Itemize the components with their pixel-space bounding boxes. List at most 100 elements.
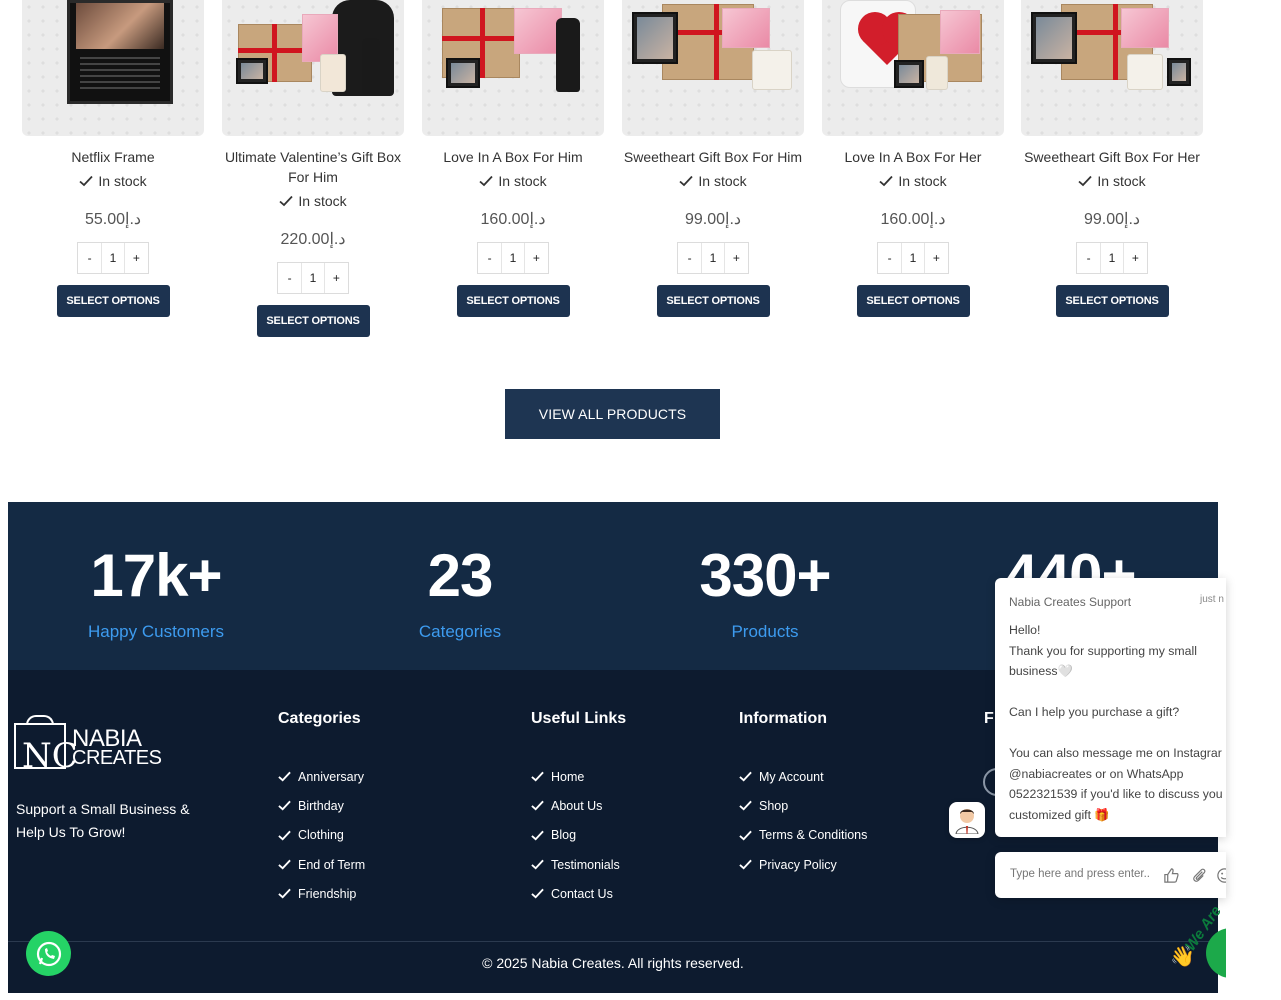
chat-launcher-badge[interactable]: We Are 👋 (1168, 900, 1226, 980)
footer-link[interactable]: Privacy Policy (739, 850, 867, 879)
select-options-button[interactable]: SELECT OPTIONS (56, 285, 170, 317)
footer-link[interactable]: Friendship (278, 879, 365, 908)
product-price: 160.00د.إ (880, 211, 946, 228)
product-image[interactable] (222, 0, 404, 136)
quantity-stepper[interactable]: -1 + (477, 242, 549, 274)
footer-link[interactable]: Testimonials (531, 850, 626, 879)
footer-link[interactable]: Terms & Conditions (739, 821, 867, 850)
quantity-stepper[interactable]: -1 + (877, 242, 949, 274)
product-image[interactable] (622, 0, 804, 136)
view-all-products-button[interactable]: VIEW ALL PRODUCTS (505, 389, 720, 439)
chat-time: just n (1200, 594, 1224, 605)
product-image[interactable] (22, 0, 204, 136)
product-card: Ultimate Valentine’s Gift Box For Him In… (222, 0, 404, 337)
check-icon (739, 859, 752, 870)
emoji-icon[interactable] (1216, 867, 1226, 884)
qty-minus-button[interactable]: - (878, 251, 901, 265)
product-title[interactable]: Netflix Frame (22, 147, 204, 167)
select-options-button[interactable]: SELECT OPTIONS (1055, 285, 1169, 317)
stat-number: 23 (427, 542, 494, 609)
thumbs-up-icon[interactable] (1163, 867, 1180, 884)
select-options-button[interactable]: SELECT OPTIONS (656, 285, 770, 317)
check-icon (278, 859, 291, 870)
product-image[interactable] (422, 0, 604, 136)
qty-plus-button[interactable]: + (1124, 251, 1147, 265)
footer-link[interactable]: Blog (531, 821, 626, 850)
qty-input[interactable]: 1 (901, 243, 925, 273)
footer-link[interactable]: Shop (739, 791, 867, 820)
footer-logo[interactable]: NC NABIA CREATES (14, 715, 162, 775)
footer-heading: Categories (278, 710, 361, 727)
footer-link[interactable]: Anniversary (278, 762, 365, 791)
footer-link[interactable]: My Account (739, 762, 867, 791)
qty-plus-button[interactable]: + (125, 251, 148, 265)
qty-minus-button[interactable]: - (478, 251, 501, 265)
product-card: Love In A Box For Her In stock 160.00د.إ… (822, 0, 1004, 317)
paperclip-icon[interactable] (1191, 867, 1208, 884)
footer-heading-follow: F (984, 710, 994, 727)
check-icon (739, 771, 752, 782)
select-options-button[interactable]: SELECT OPTIONS (456, 285, 570, 317)
footer-link[interactable]: Contact Us (531, 879, 626, 908)
product-card: Sweetheart Gift Box For Her In stock 99.… (1021, 0, 1203, 317)
select-options-button[interactable]: SELECT OPTIONS (256, 305, 370, 337)
check-icon (278, 771, 291, 782)
stat-number: 17k+ (90, 542, 222, 609)
select-options-button[interactable]: SELECT OPTIONS (856, 285, 970, 317)
footer-link[interactable]: Clothing (278, 821, 365, 850)
qty-input[interactable]: 1 (301, 263, 325, 293)
product-image[interactable] (822, 0, 1004, 136)
product-card: Sweetheart Gift Box For Him In stock 99.… (622, 0, 804, 317)
stock-status: In stock (1021, 173, 1203, 189)
product-price: 99.00د.إ (1083, 211, 1141, 228)
quantity-stepper[interactable]: -1 + (677, 242, 749, 274)
check-icon (479, 175, 494, 187)
footer-tagline: Support a Small Business & Help Us To Gr… (16, 801, 190, 840)
copyright-text: © 2025 Nabia Creates. All rights reserve… (482, 955, 744, 971)
qty-plus-button[interactable]: + (725, 251, 748, 265)
product-title[interactable]: Sweetheart Gift Box For Her (1021, 147, 1203, 167)
qty-minus-button[interactable]: - (1077, 251, 1100, 265)
quantity-stepper[interactable]: -1 + (77, 242, 149, 274)
chat-launcher-button[interactable] (1206, 928, 1226, 978)
product-title[interactable]: Ultimate Valentine’s Gift Box For Him (222, 147, 404, 187)
footer-categories: Categories Anniversary Birthday Clothing… (278, 710, 365, 908)
qty-plus-button[interactable]: + (925, 251, 948, 265)
footer-link[interactable]: About Us (531, 791, 626, 820)
qty-input[interactable]: 1 (501, 243, 525, 273)
qty-input[interactable]: 1 (701, 243, 725, 273)
qty-plus-button[interactable]: + (525, 251, 548, 265)
check-icon (531, 830, 544, 841)
product-image[interactable] (1021, 0, 1203, 136)
product-title[interactable]: Sweetheart Gift Box For Him (622, 147, 804, 167)
check-icon (531, 801, 544, 811)
support-avatar[interactable] (949, 802, 985, 838)
product-grid: Netflix Frame In stock 55.00د.إ -1 + SELE… (0, 0, 1281, 340)
chat-input[interactable]: Type here and press enter.. (995, 852, 1226, 898)
qty-minus-button[interactable]: - (78, 251, 101, 265)
product-price: 99.00د.إ (684, 211, 742, 228)
check-icon (679, 175, 694, 187)
quantity-stepper[interactable]: -1 + (1076, 242, 1148, 274)
footer-link[interactable]: End of Term (278, 850, 365, 879)
check-icon (739, 830, 752, 841)
stat-label: Products (731, 622, 799, 641)
check-icon (278, 889, 291, 899)
stat-products: 330+ Products (615, 544, 915, 642)
quantity-stepper[interactable]: -1 + (277, 262, 349, 294)
qty-plus-button[interactable]: + (325, 271, 348, 285)
footer-useful-links: Useful Links Home About Us Blog Testimon… (531, 710, 626, 908)
product-title[interactable]: Love In A Box For Her (822, 147, 1004, 167)
qty-minus-button[interactable]: - (678, 251, 701, 265)
qty-input[interactable]: 1 (101, 243, 125, 273)
footer-link[interactable]: Home (531, 762, 626, 791)
footer-heading: Information (739, 710, 827, 727)
product-title[interactable]: Love In A Box For Him (422, 147, 604, 167)
check-icon (531, 771, 544, 782)
stat-categories: 23 Categories (310, 544, 610, 642)
product-price: 220.00د.إ (280, 231, 346, 248)
whatsapp-button[interactable] (26, 931, 71, 976)
qty-input[interactable]: 1 (1100, 243, 1124, 273)
footer-link[interactable]: Birthday (278, 791, 365, 820)
qty-minus-button[interactable]: - (278, 271, 301, 285)
